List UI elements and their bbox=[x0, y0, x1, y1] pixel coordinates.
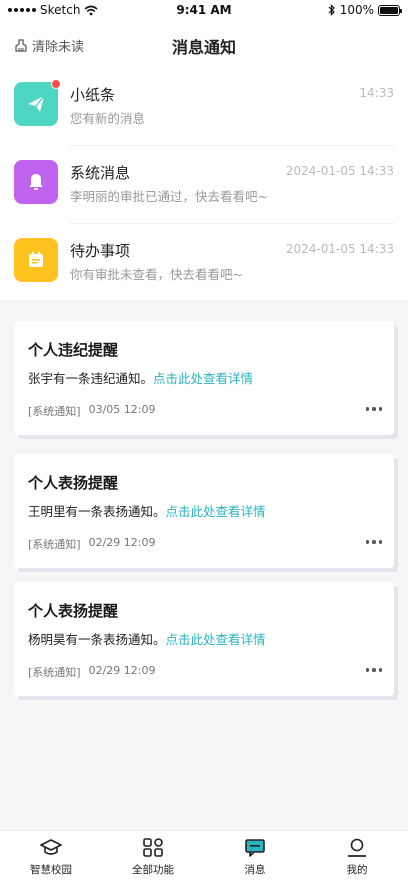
card-tag: [系统通知] bbox=[28, 666, 81, 679]
message-subtitle: 您有新的消息 bbox=[70, 111, 146, 126]
card-date: 03/05 12:09 bbox=[88, 403, 156, 416]
card-tag: [系统通知] bbox=[28, 538, 81, 551]
message-title: 待办事项 bbox=[70, 242, 131, 260]
tab-campus[interactable]: 智慧校园 bbox=[0, 831, 102, 883]
tab-label: 全部功能 bbox=[132, 864, 174, 876]
battery-icon bbox=[378, 4, 402, 16]
tab-label: 消息 bbox=[244, 864, 266, 876]
bluetooth-icon bbox=[328, 4, 335, 16]
tab-profile[interactable]: 我的 bbox=[306, 831, 408, 883]
view-details-link[interactable]: 点击此处查看详情 bbox=[166, 504, 266, 519]
card-meta: [系统通知] 02/29 12:09 bbox=[28, 536, 156, 552]
card-title: 个人表扬提醒 bbox=[28, 474, 119, 492]
tab-label: 智慧校园 bbox=[30, 864, 72, 876]
calendar-icon bbox=[14, 238, 58, 282]
message-title: 小纸条 bbox=[70, 86, 116, 104]
message-time: 14:33 bbox=[359, 86, 394, 100]
view-details-link[interactable]: 点击此处查看详情 bbox=[166, 632, 266, 647]
grid-icon bbox=[143, 838, 163, 857]
tab-label: 我的 bbox=[346, 864, 368, 876]
nav-bar: 清除未读 消息通知 bbox=[0, 22, 408, 68]
page-title: 消息通知 bbox=[171, 38, 236, 57]
notification-card[interactable]: 个人违纪提醒 张宇有一条违纪通知。点击此处查看详情 [系统通知] 03/05 1… bbox=[14, 321, 394, 435]
message-time: 2024-01-05 14:33 bbox=[285, 164, 394, 178]
card-meta: [系统通知] 02/29 12:09 bbox=[28, 664, 156, 680]
card-body: 张宇有一条违纪通知。点击此处查看详情 bbox=[28, 368, 253, 387]
card-body: 杨明昊有一条表扬通知。点击此处查看详情 bbox=[28, 629, 266, 648]
message-title: 系统消息 bbox=[70, 164, 131, 182]
message-list: 小纸条 您有新的消息 14:33 系统消息 李明丽的审批已通过，快去看看吧~ 2… bbox=[0, 68, 408, 300]
card-date: 02/29 12:09 bbox=[88, 664, 156, 677]
paper-plane-icon bbox=[14, 79, 61, 126]
more-options-icon[interactable] bbox=[365, 668, 382, 672]
tab-bar: 智慧校园 全部功能 消息 我的 bbox=[0, 830, 408, 883]
message-item-system[interactable]: 系统消息 李明丽的审批已通过，快去看看吧~ 2024-01-05 14:33 bbox=[0, 146, 408, 224]
card-title: 个人违纪提醒 bbox=[28, 341, 119, 359]
card-body-text: 张宇有一条违纪通知。 bbox=[28, 371, 154, 386]
message-subtitle: 李明丽的审批已通过，快去看看吧~ bbox=[70, 189, 268, 204]
chat-icon bbox=[245, 839, 265, 857]
card-date: 02/29 12:09 bbox=[88, 536, 156, 549]
unread-badge bbox=[51, 79, 61, 89]
graduation-cap-icon bbox=[40, 839, 62, 855]
view-details-link[interactable]: 点击此处查看详情 bbox=[153, 371, 253, 386]
notification-card[interactable]: 个人表扬提醒 杨明昊有一条表扬通知。点击此处查看详情 [系统通知] 02/29 … bbox=[14, 582, 394, 696]
card-tag: [系统通知] bbox=[28, 405, 81, 418]
card-meta: [系统通知] 03/05 12:09 bbox=[28, 403, 156, 419]
bell-icon bbox=[14, 160, 58, 204]
message-subtitle: 你有审批未查看，快去看看吧~ bbox=[70, 267, 243, 282]
card-body-text: 王明里有一条表扬通知。 bbox=[28, 504, 166, 519]
more-options-icon[interactable] bbox=[365, 540, 382, 544]
card-body: 王明里有一条表扬通知。点击此处查看详情 bbox=[28, 501, 266, 520]
notification-card[interactable]: 个人表扬提醒 王明里有一条表扬通知。点击此处查看详情 [系统通知] 02/29 … bbox=[14, 454, 394, 568]
more-options-icon[interactable] bbox=[365, 407, 382, 411]
message-item-notes[interactable]: 小纸条 您有新的消息 14:33 bbox=[0, 68, 408, 146]
card-title: 个人表扬提醒 bbox=[28, 602, 119, 620]
battery-percent: 100% bbox=[339, 3, 374, 17]
status-right: 100% bbox=[328, 3, 402, 17]
card-body-text: 杨明昊有一条表扬通知。 bbox=[28, 632, 166, 647]
user-icon bbox=[348, 838, 366, 857]
tab-messages[interactable]: 消息 bbox=[204, 831, 306, 883]
status-bar: Sketch 9:41 AM 100% bbox=[0, 0, 408, 22]
message-item-todo[interactable]: 待办事项 你有审批未查看，快去看看吧~ 2024-01-05 14:33 bbox=[0, 224, 408, 302]
tab-all-functions[interactable]: 全部功能 bbox=[102, 831, 204, 883]
message-time: 2024-01-05 14:33 bbox=[285, 242, 394, 256]
